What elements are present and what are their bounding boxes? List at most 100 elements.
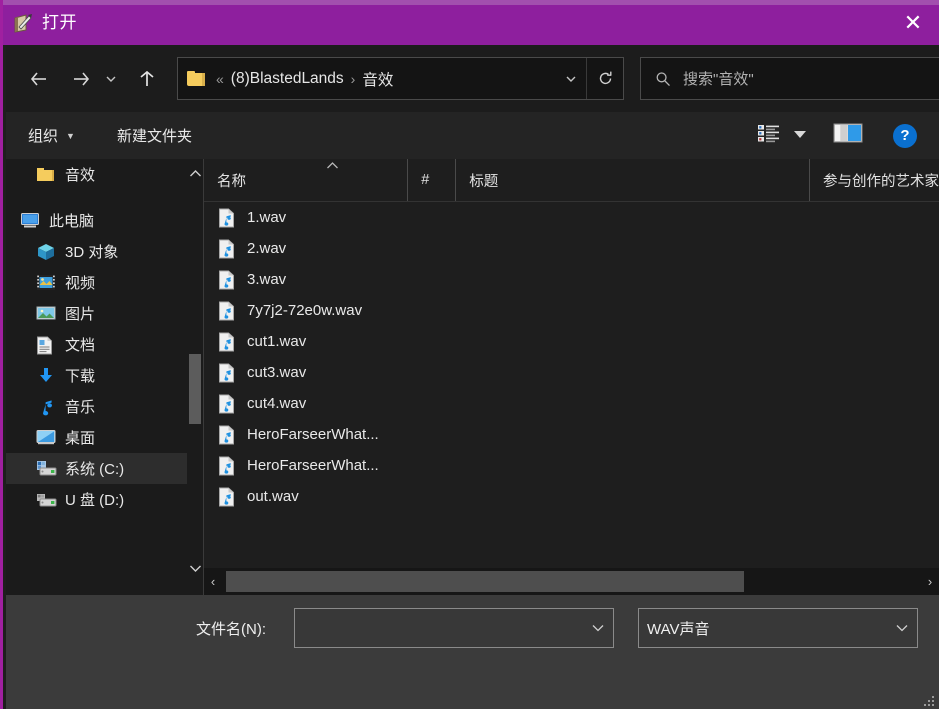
scroll-pen-icon <box>12 12 34 34</box>
view-options-button[interactable] <box>757 123 807 148</box>
sidebar-item-10[interactable]: U 盘 (D:) <box>6 484 203 515</box>
breadcrumb-overflow[interactable]: « <box>216 71 224 87</box>
file-type-value: WAV声音 <box>639 618 887 639</box>
wav-file-icon <box>218 456 236 476</box>
column-header-number[interactable]: # <box>407 159 455 201</box>
column-label: 参与创作的艺术家 <box>810 170 939 191</box>
chevron-down-icon[interactable] <box>887 609 917 647</box>
filename-input[interactable] <box>294 608 614 648</box>
file-name: cut1.wav <box>247 333 306 350</box>
address-bar[interactable]: « (8)BlastedLands › 音效 <box>177 57 624 100</box>
music-icon <box>36 398 56 416</box>
file-list[interactable]: 1.wav 2.wav 3.wav 7y7j2-72e0w.wav cut1.wav cu… <box>204 202 939 565</box>
sidebar-item-label: 此电脑 <box>49 210 94 231</box>
column-header-name[interactable]: 名称 <box>204 159 407 201</box>
organize-label: 组织 <box>28 125 58 146</box>
sidebar-item-8[interactable]: 桌面 <box>6 422 203 453</box>
arrow-left-icon[interactable] <box>22 62 56 96</box>
window-title: 打开 <box>42 13 77 33</box>
sidebar-item-label: 3D 对象 <box>65 241 118 262</box>
search-icon <box>655 71 671 87</box>
file-row[interactable]: cut3.wav <box>204 357 939 388</box>
file-name: 1.wav <box>247 209 286 226</box>
chevron-down-icon <box>793 129 807 142</box>
scrollbar-thumb[interactable] <box>226 571 744 592</box>
folder-icon <box>187 71 205 86</box>
sidebar-item-1[interactable]: 此电脑 <box>6 205 203 236</box>
sidebar-item-6[interactable]: 下载 <box>6 360 203 391</box>
title-bar-top-stripe <box>3 0 939 5</box>
file-name: HeroFarseerWhat... <box>247 426 379 443</box>
sidebar-scrollbar[interactable] <box>187 159 203 595</box>
wav-file-icon <box>218 425 236 445</box>
filename-row: 文件名(N): WAV声音 <box>6 608 939 648</box>
breadcrumb-item-1[interactable]: 音效 <box>360 66 395 92</box>
wav-file-icon <box>218 363 236 383</box>
file-row[interactable]: out.wav <box>204 481 939 512</box>
resize-grip[interactable] <box>924 694 936 706</box>
file-name: 7y7j2-72e0w.wav <box>247 302 362 319</box>
file-row[interactable]: 1.wav <box>204 202 939 233</box>
column-header-title[interactable]: 标题 <box>455 159 809 201</box>
preview-pane-button[interactable] <box>833 121 863 150</box>
sidebar-item-7[interactable]: 音乐 <box>6 391 203 422</box>
chevron-down-icon[interactable] <box>583 609 613 647</box>
arrow-right-icon[interactable] <box>64 62 98 96</box>
organize-button[interactable]: 组织 ▼ <box>28 125 75 146</box>
pictures-icon <box>36 305 56 323</box>
videos-icon <box>36 274 56 292</box>
chevron-down-icon[interactable] <box>187 559 203 577</box>
help-button[interactable]: ? <box>893 124 917 148</box>
breadcrumb-item-0[interactable]: (8)BlastedLands <box>229 68 346 90</box>
sidebar-scrollbar-thumb[interactable] <box>189 354 201 424</box>
sidebar-item-4[interactable]: 图片 <box>6 298 203 329</box>
sidebar-item-2[interactable]: 3D 对象 <box>6 236 203 267</box>
column-label: 标题 <box>456 170 498 191</box>
sidebar-item-label: 下载 <box>65 365 95 386</box>
view-list-icon <box>757 123 781 148</box>
file-list-pane: 名称 # 标题 参与创作的艺术家 1.wav 2.wav 3.wav 7y7j2-72… <box>204 159 939 595</box>
refresh-icon[interactable] <box>586 58 623 99</box>
file-name: 3.wav <box>247 271 286 288</box>
wav-file-icon <box>218 208 236 228</box>
chevron-down-icon[interactable] <box>556 58 586 99</box>
sidebar-item-9[interactable]: 系统 (C:) <box>6 453 203 484</box>
file-row[interactable]: 2.wav <box>204 233 939 264</box>
sidebar-item-3[interactable]: 视频 <box>6 267 203 298</box>
wav-file-icon <box>218 394 236 414</box>
wav-file-icon <box>218 332 236 352</box>
file-list-horizontal-scrollbar[interactable]: ‹ › <box>204 568 939 595</box>
scroll-left-icon[interactable]: ‹ <box>204 568 222 595</box>
new-folder-button[interactable]: 新建文件夹 <box>117 125 192 146</box>
file-row[interactable]: HeroFarseerWhat... <box>204 450 939 481</box>
wav-file-icon <box>218 239 236 259</box>
open-file-dialog: 打开 ✕ <box>0 0 939 709</box>
file-row[interactable]: HeroFarseerWhat... <box>204 419 939 450</box>
file-row[interactable]: 7y7j2-72e0w.wav <box>204 295 939 326</box>
scrollbar-track[interactable] <box>222 568 921 595</box>
dialog-content: 音效此电脑 3D 对象视频图片文档下载音乐桌面系统 (C:) U 盘 (D:) 名称 <box>6 159 939 595</box>
chevron-down-icon[interactable] <box>100 62 122 96</box>
file-row[interactable]: 3.wav <box>204 264 939 295</box>
column-header-artist[interactable]: 参与创作的艺术家 <box>809 159 939 201</box>
downloads-icon <box>36 367 56 385</box>
close-icon[interactable]: ✕ <box>887 0 939 45</box>
sidebar-item-label: 音效 <box>65 164 95 185</box>
breadcrumb-separator[interactable]: › <box>351 71 356 87</box>
sidebar-item-label: U 盘 (D:) <box>65 489 124 510</box>
navigation-bar: « (8)BlastedLands › 音效 <box>6 45 939 112</box>
file-type-select[interactable]: WAV声音 <box>638 608 918 648</box>
search-input[interactable]: 搜索"音效" <box>640 57 939 100</box>
file-row[interactable]: cut4.wav <box>204 388 939 419</box>
file-name: cut3.wav <box>247 364 306 381</box>
column-label: 名称 <box>204 170 246 191</box>
file-row[interactable]: cut1.wav <box>204 326 939 357</box>
sidebar-item-5[interactable]: 文档 <box>6 329 203 360</box>
chevron-down-icon: ▼ <box>66 131 75 141</box>
folder-icon <box>36 166 56 184</box>
sidebar-item-0[interactable]: 音效 <box>6 159 203 190</box>
arrow-up-icon[interactable] <box>130 62 164 96</box>
scroll-right-icon[interactable]: › <box>921 568 939 595</box>
file-name: HeroFarseerWhat... <box>247 457 379 474</box>
chevron-up-icon[interactable] <box>187 164 203 182</box>
